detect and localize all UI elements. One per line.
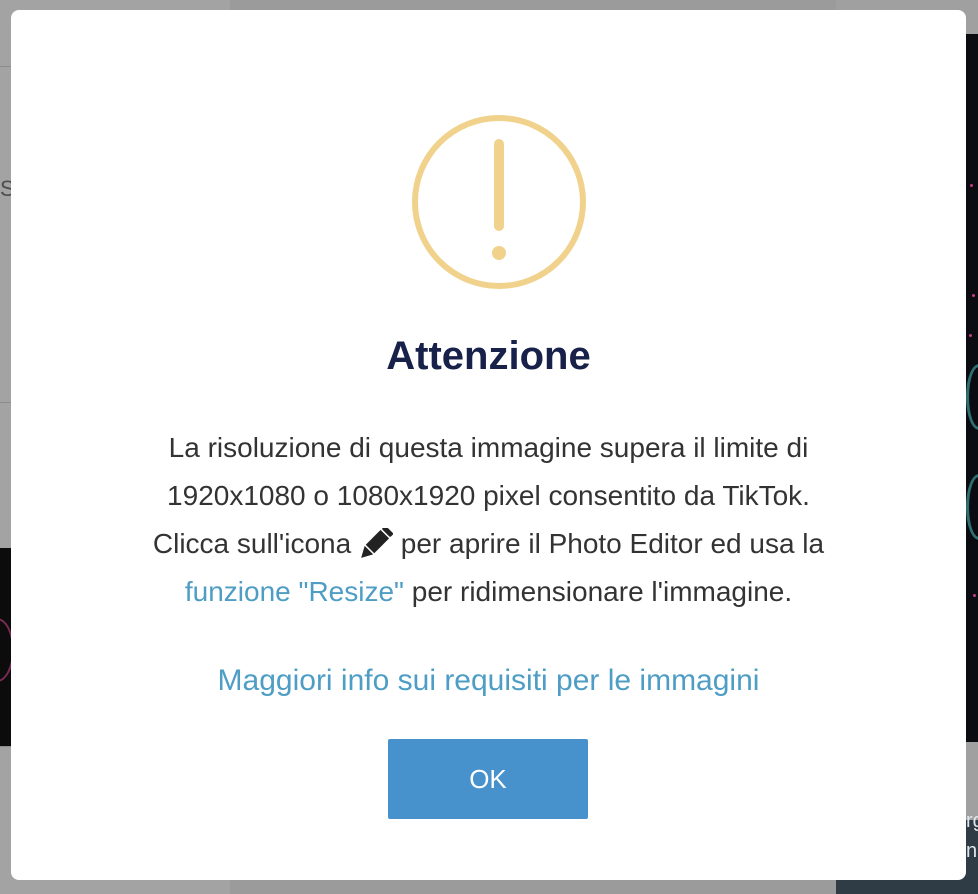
warning-circle-icon [412,115,586,289]
background-text: rg [966,810,978,832]
warning-dialog: Attenzione La risoluzione di questa imma… [11,10,966,880]
message-line: La risoluzione di questa immagine supera… [168,432,809,463]
dialog-title: Attenzione [386,334,591,378]
message-text: Clicca sull'icona [152,528,359,559]
decor [966,474,978,540]
resize-function-link[interactable]: funzione "Resize" [185,576,404,607]
decor [969,334,972,337]
message-text: per ridimensionare l'immagine. [403,576,793,607]
ok-button[interactable]: OK [388,739,588,819]
dialog-message: La risoluzione di questa immagine supera… [71,424,906,616]
decor [973,594,976,597]
message-line: Clicca sull'icona per aprire il Photo Ed… [71,520,906,568]
image-requirements-link[interactable]: Maggiori info sui requisiti per le immag… [11,664,966,698]
decor [970,184,973,187]
pencil-icon [361,528,393,558]
decor [966,364,978,430]
message-line: 1920x1080 o 1080x1920 pixel consentito d… [167,480,810,511]
background-text: ne [966,840,978,862]
message-text: per aprire il Photo Editor ed usa la [392,528,825,559]
background-thumbnail [964,34,978,742]
decor [972,294,975,297]
message-line: funzione "Resize" per ridimensionare l'i… [71,568,906,616]
